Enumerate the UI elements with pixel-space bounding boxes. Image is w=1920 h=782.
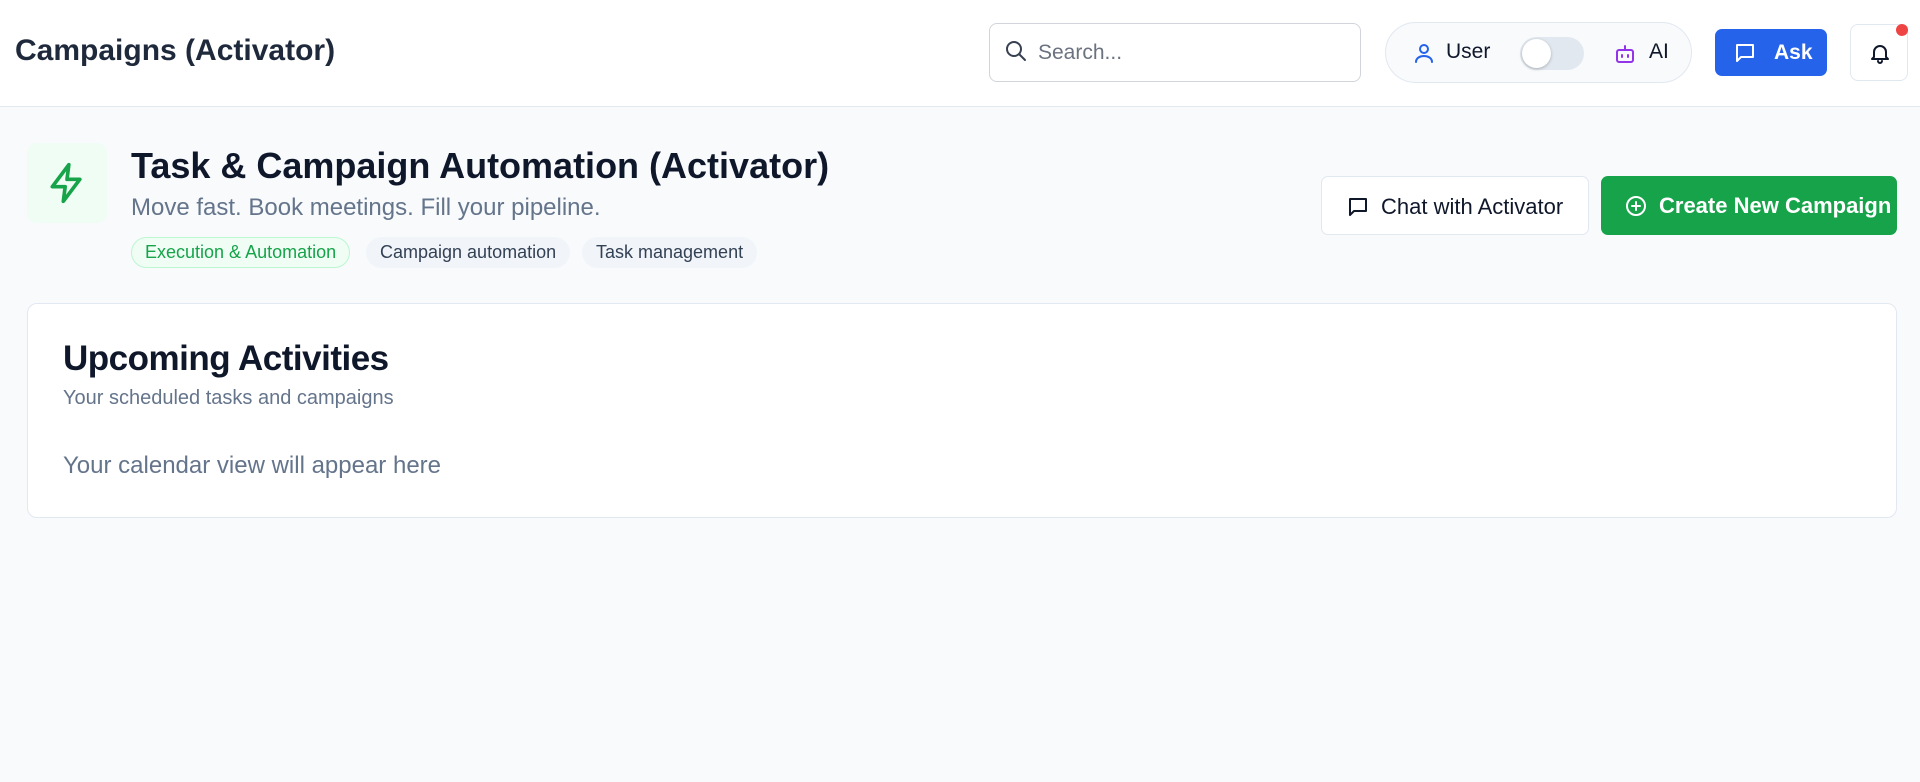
card-subtitle: Your scheduled tasks and campaigns	[63, 387, 394, 409]
search-box[interactable]	[989, 23, 1361, 82]
plus-circle-icon	[1624, 194, 1648, 223]
message-square-icon	[1733, 41, 1757, 70]
page-title: Task & Campaign Automation (Activator)	[131, 145, 830, 186]
tag-task-management: Task management	[582, 237, 758, 268]
search-icon	[1004, 39, 1028, 68]
create-new-campaign-button[interactable]: Create New Campaign	[1601, 176, 1897, 235]
ask-label: Ask	[1774, 41, 1813, 64]
notification-badge	[1896, 24, 1908, 36]
user-icon	[1412, 41, 1436, 70]
page-subtitle: Move fast. Book meetings. Fill your pipe…	[131, 194, 601, 221]
chat-with-activator-button[interactable]: Chat with Activator	[1321, 176, 1589, 235]
calendar-placeholder: Your calendar view will appear here	[63, 452, 441, 479]
bolt-icon	[45, 161, 89, 210]
ask-button[interactable]: Ask	[1715, 29, 1827, 76]
user-mode-label: User	[1446, 40, 1491, 63]
create-new-campaign-label: Create New Campaign	[1659, 193, 1892, 218]
bell-icon	[1868, 41, 1892, 70]
app-title: Campaigns (Activator)	[15, 34, 336, 67]
chat-with-activator-label: Chat with Activator	[1381, 194, 1564, 219]
mode-switch-knob	[1522, 39, 1551, 68]
agent-icon-tile	[27, 143, 107, 223]
tag-execution-automation: Execution & Automation	[131, 237, 351, 268]
top-bar: Campaigns (Activator) User AI	[0, 0, 1920, 107]
tag-campaign-automation: Campaign automation	[366, 237, 571, 268]
message-square-icon	[1346, 195, 1370, 224]
user-ai-mode-toggle: User AI	[1385, 22, 1692, 83]
search-input[interactable]	[1038, 24, 1348, 81]
card-title: Upcoming Activities	[63, 339, 389, 378]
bot-icon	[1613, 42, 1637, 71]
upcoming-activities-card: Upcoming Activities Your scheduled tasks…	[27, 303, 1897, 518]
notifications-button[interactable]	[1850, 24, 1908, 81]
ai-mode-label: AI	[1649, 40, 1669, 63]
mode-switch[interactable]	[1520, 37, 1584, 70]
